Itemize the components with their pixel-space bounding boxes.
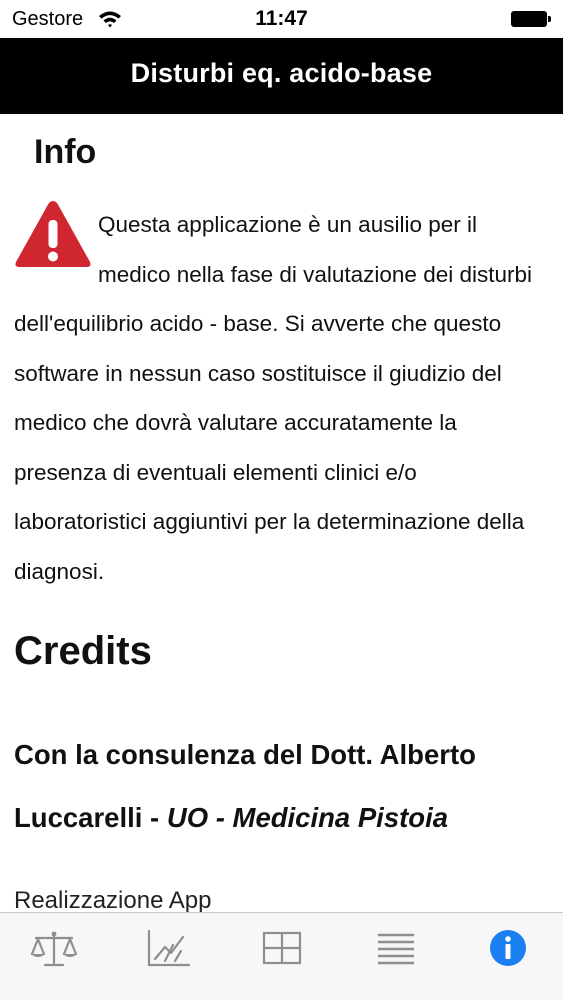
consultant-credit: Con la consulenza del Dott. Alberto Lucc…	[14, 723, 559, 849]
tab-info[interactable]	[483, 927, 533, 971]
clock: 11:47	[255, 7, 308, 30]
realization-label: Realizzazione App	[14, 887, 212, 912]
consultant-affiliation: UO - Medicina Pistoia	[166, 802, 449, 833]
content-scroll-view[interactable]: Info Questa applicazione è un ausilio pe…	[0, 114, 563, 912]
info-paragraph: Questa applicazione è un ausilio per il …	[14, 200, 554, 596]
balance-scale-icon	[30, 931, 78, 967]
chart-icon	[147, 929, 191, 967]
credits-heading: Credits	[14, 629, 152, 673]
tab-bar	[0, 912, 563, 1000]
grid-icon	[262, 931, 302, 965]
tab-grid[interactable]	[257, 927, 307, 971]
screen: Gestore 11:47 Disturbi eq. acido-base In…	[0, 0, 563, 1000]
tab-balance[interactable]	[29, 927, 79, 971]
tab-chart[interactable]	[143, 927, 193, 971]
nav-title: Disturbi eq. acido-base	[130, 58, 433, 88]
tab-list[interactable]	[371, 927, 421, 971]
info-icon	[490, 930, 526, 966]
battery-icon	[511, 11, 551, 27]
list-icon	[378, 933, 414, 965]
info-heading: Info	[34, 133, 97, 171]
status-bar: Gestore 11:47	[0, 0, 563, 38]
navigation-bar: Disturbi eq. acido-base	[0, 38, 563, 114]
